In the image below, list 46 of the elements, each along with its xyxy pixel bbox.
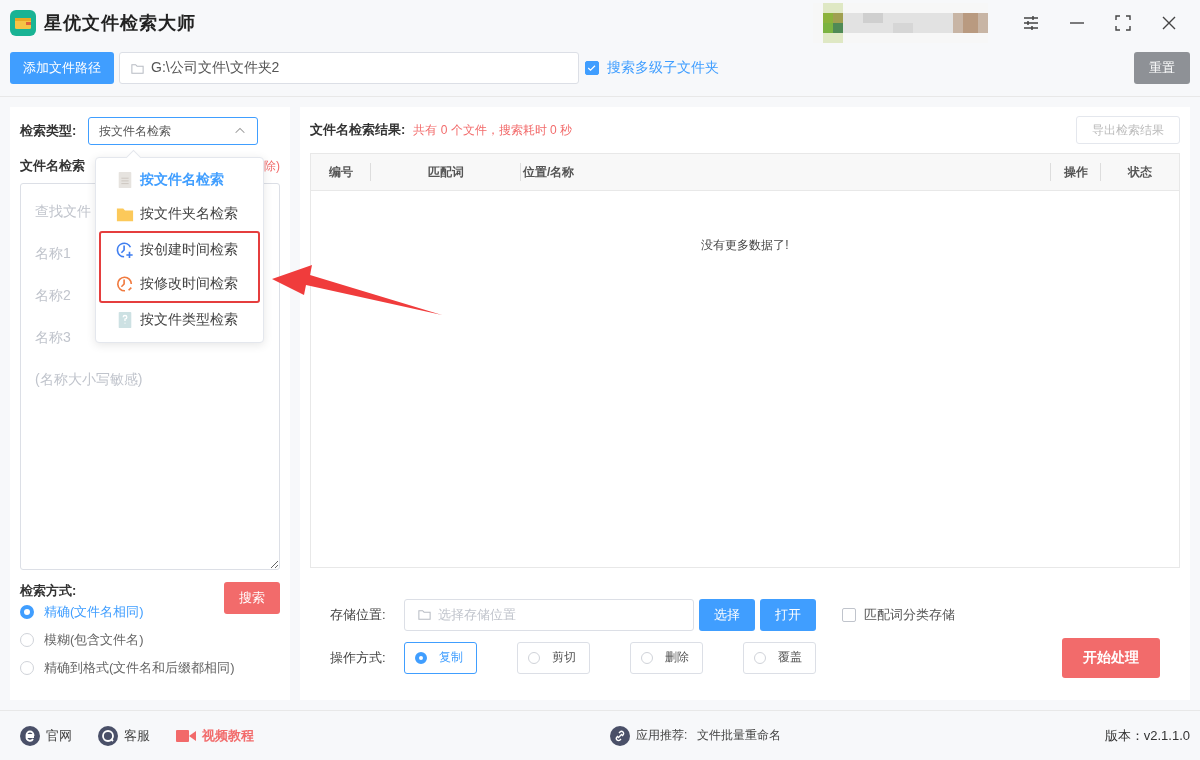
radio-option[interactable]: 模糊(包含文件名) (20, 628, 144, 651)
recommend-label: 应用推荐: (635, 727, 688, 744)
clock-icon (116, 275, 134, 293)
folder-icon (417, 607, 432, 622)
results-summary: 共有 0 个文件，搜索耗时 0 秒 (413, 121, 573, 139)
column-header: 状态 (1126, 164, 1153, 181)
field-label: 检索类型: (20, 122, 77, 140)
path-field[interactable]: G:\公司文件\文件夹2 (119, 52, 579, 84)
column-header: 匹配词 (371, 163, 521, 181)
column-header: 操作 (1051, 163, 1101, 181)
checkbox-label[interactable]: 匹配词分类存储 (864, 605, 955, 624)
question-file-icon (116, 311, 134, 329)
column-header: 编号 (311, 163, 371, 181)
radio-option[interactable]: 删除 (630, 641, 703, 674)
footer-link[interactable]: 客服 (98, 725, 150, 746)
dropdown-item[interactable]: 按修改时间检索 (101, 267, 258, 301)
recommend-link[interactable]: 文件批量重命名 (697, 727, 782, 744)
link-icon (609, 725, 630, 746)
field-label: 操作方式: (330, 648, 387, 667)
dropdown-item[interactable]: 按创建时间检索 (101, 233, 258, 267)
settings-icon[interactable] (1021, 13, 1041, 33)
checkbox[interactable] (842, 607, 856, 622)
radio-option[interactable]: 剪切 (517, 641, 590, 674)
results-title: 文件名检索结果: (310, 121, 406, 139)
app-logo-icon (10, 10, 36, 36)
window-title: 星优文件检索大师 (44, 12, 196, 35)
column-header: 位置/名称 (521, 163, 1051, 181)
empty-message: 没有更多数据了! (700, 237, 790, 254)
field-label: 存储位置: (330, 605, 387, 624)
dropdown-item[interactable]: 按文件类型检索 (96, 303, 263, 337)
field-label: 文件名检索 (20, 157, 85, 175)
clock-plus-icon (116, 241, 134, 259)
checkmark-icon (586, 62, 598, 74)
dropdown-item[interactable]: 按文件夹名检索 (96, 197, 263, 231)
search-type-dropdown[interactable]: 按文件名检索 (88, 117, 259, 145)
radio-option[interactable]: 精确到格式(文件名和后缀都相同) (20, 656, 235, 679)
radio-option[interactable]: 覆盖 (743, 641, 816, 674)
field-label: 检索方式: (20, 582, 77, 600)
document-icon (116, 171, 134, 189)
checkbox[interactable] (585, 61, 599, 75)
footer-link[interactable]: 官网 (20, 725, 72, 746)
maximize-icon[interactable] (1113, 13, 1133, 33)
note-text: 除) (264, 157, 280, 175)
version-text: 版本：v2.1.1.0 (1104, 726, 1190, 745)
chat-icon (98, 725, 118, 746)
globe-icon (20, 725, 40, 746)
